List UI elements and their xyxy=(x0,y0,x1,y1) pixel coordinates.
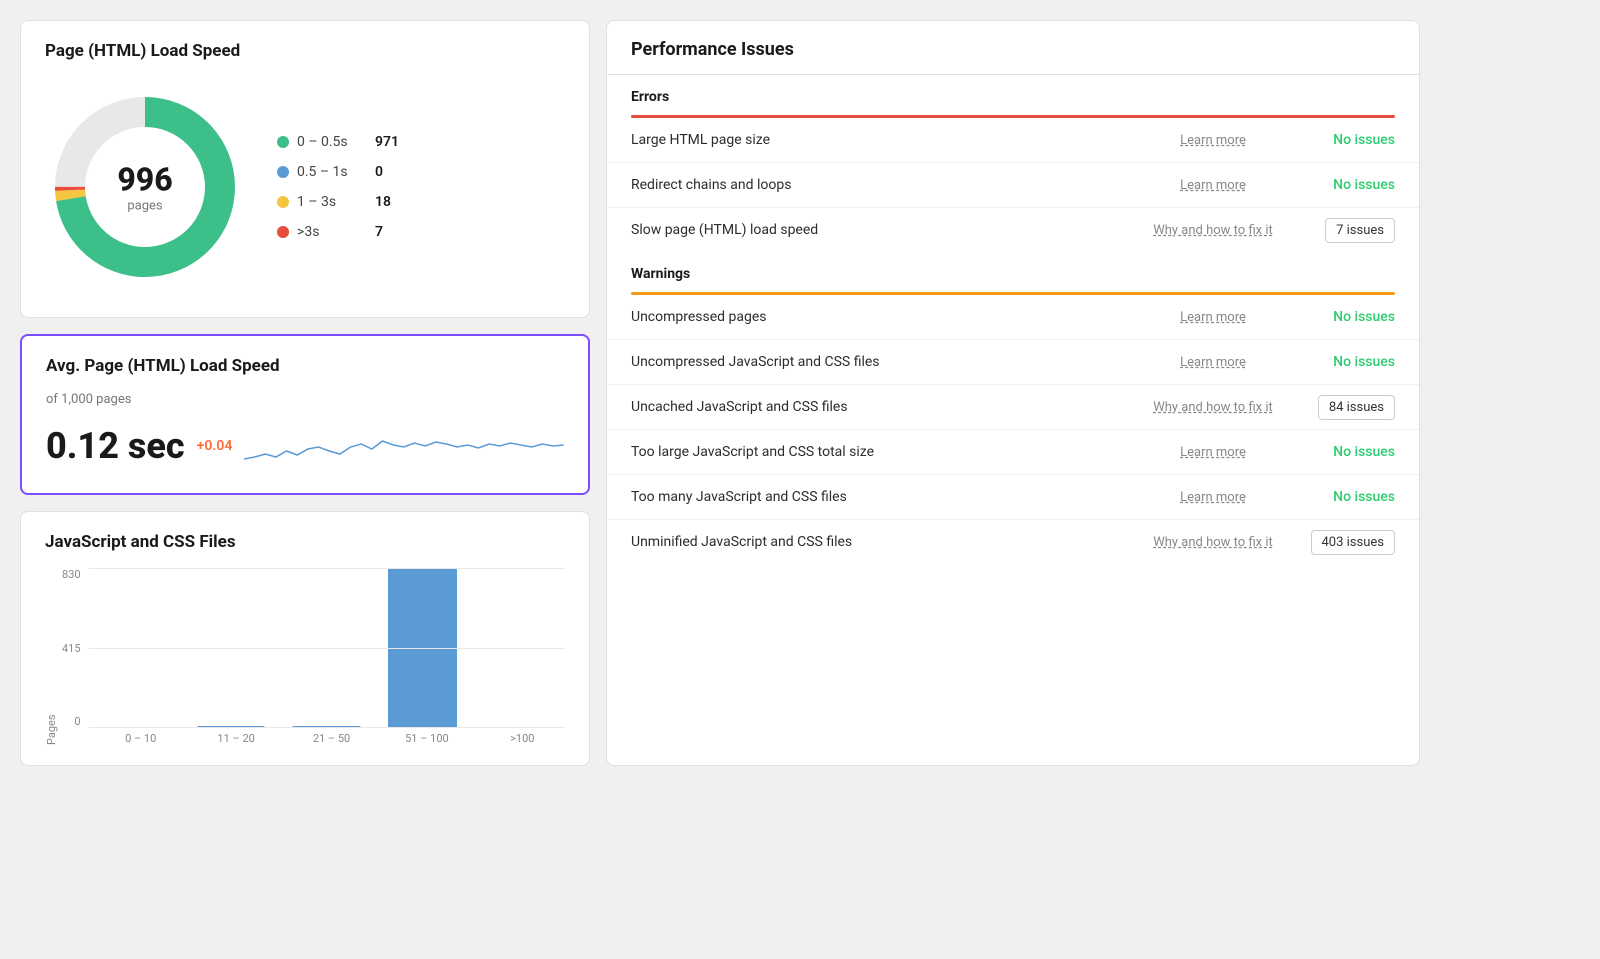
issue-link-slow-html[interactable]: Why and how to fix it xyxy=(1143,223,1283,238)
issue-link-uncompressed-js[interactable]: Learn more xyxy=(1143,355,1283,370)
issue-link-large-html[interactable]: Learn more xyxy=(1143,133,1283,148)
issue-link-too-many-js[interactable]: Learn more xyxy=(1143,490,1283,505)
avg-speed-value: 0.12 sec xyxy=(46,425,185,467)
avg-speed-subtitle: of 1,000 pages xyxy=(46,392,564,407)
issue-row-uncompressed-js: Uncompressed JavaScript and CSS files Le… xyxy=(607,340,1419,385)
legend-count-3: 7 xyxy=(375,224,383,240)
y-tick-415: 415 xyxy=(62,642,81,655)
y-tick-830: 830 xyxy=(62,568,81,581)
perf-issues-title: Performance Issues xyxy=(607,21,1419,75)
issue-name-unminified-js: Unminified JavaScript and CSS files xyxy=(631,534,1131,550)
legend-dot-3 xyxy=(277,226,289,238)
issue-row-unminified-js: Unminified JavaScript and CSS files Why … xyxy=(607,520,1419,564)
legend-range-1: 0.5 – 1s xyxy=(297,164,367,180)
js-css-title: JavaScript and CSS Files xyxy=(45,532,565,552)
issue-status-uncompressed-pages: No issues xyxy=(1295,309,1395,325)
issue-name-uncompressed-js: Uncompressed JavaScript and CSS files xyxy=(631,354,1131,370)
issue-status-too-many-js: No issues xyxy=(1295,489,1395,505)
legend-item-0: 0 – 0.5s 971 xyxy=(277,134,399,150)
legend-count-1: 0 xyxy=(375,164,383,180)
no-issues-label-uncompressed-js: No issues xyxy=(1333,354,1395,370)
issue-badge-uncached-js[interactable]: 84 issues xyxy=(1318,395,1395,420)
issue-badge-slow-html[interactable]: 7 issues xyxy=(1325,218,1395,243)
donut-legend: 0 – 0.5s 971 0.5 – 1s 0 1 – 3s 18 xyxy=(277,134,399,240)
legend-dot-0 xyxy=(277,136,289,148)
avg-speed-row: 0.12 sec +0.04 xyxy=(46,419,564,473)
issue-name-too-large-js: Too large JavaScript and CSS total size xyxy=(631,444,1131,460)
avg-speed-title: Avg. Page (HTML) Load Speed xyxy=(46,356,564,376)
no-issues-label-uncompressed-pages: No issues xyxy=(1333,309,1395,325)
warnings-section: Warnings Uncompressed pages Learn more N… xyxy=(607,252,1419,564)
issue-row-slow-html: Slow page (HTML) load speed Why and how … xyxy=(607,208,1419,252)
avg-speed-delta: +0.04 xyxy=(197,438,233,454)
load-speed-card: Page (HTML) Load Speed xyxy=(20,20,590,318)
donut-center-label: pages xyxy=(117,199,172,214)
donut-center: 996 pages xyxy=(117,161,172,214)
legend-range-0: 0 – 0.5s xyxy=(297,134,367,150)
issue-link-too-large-js[interactable]: Learn more xyxy=(1143,445,1283,460)
x-label-4: >100 xyxy=(480,732,565,745)
legend-range-2: 1 – 3s xyxy=(297,194,367,210)
issue-link-redirect[interactable]: Learn more xyxy=(1143,178,1283,193)
bar-chart-wrapper: Pages 830 415 0 xyxy=(45,568,565,745)
y-axis-label: Pages xyxy=(45,568,58,745)
issue-status-large-html: No issues xyxy=(1295,132,1395,148)
issue-name-too-many-js: Too many JavaScript and CSS files xyxy=(631,489,1131,505)
issue-status-uncompressed-js: No issues xyxy=(1295,354,1395,370)
issue-name-slow-html: Slow page (HTML) load speed xyxy=(631,222,1131,238)
no-issues-label: No issues xyxy=(1333,132,1395,148)
x-labels: 0 – 10 11 – 20 21 – 50 51 – 100 >100 xyxy=(62,728,565,745)
legend-item-2: 1 – 3s 18 xyxy=(277,194,399,210)
issue-name-large-html: Large HTML page size xyxy=(631,132,1131,148)
y-axis: 830 415 0 xyxy=(62,568,89,728)
issue-link-uncached-js[interactable]: Why and how to fix it xyxy=(1143,400,1283,415)
load-speed-title: Page (HTML) Load Speed xyxy=(45,41,565,61)
issue-status-uncached-js[interactable]: 84 issues xyxy=(1295,399,1395,415)
warnings-section-header: Warnings xyxy=(607,252,1419,292)
legend-count-2: 18 xyxy=(375,194,391,210)
issue-row-too-many-js: Too many JavaScript and CSS files Learn … xyxy=(607,475,1419,520)
issue-row-large-html: Large HTML page size Learn more No issue… xyxy=(607,118,1419,163)
issue-row-too-large-js: Too large JavaScript and CSS total size … xyxy=(607,430,1419,475)
issue-status-redirect: No issues xyxy=(1295,177,1395,193)
no-issues-label-too-many-js: No issues xyxy=(1333,489,1395,505)
x-label-1: 11 – 20 xyxy=(193,732,278,745)
legend-dot-2 xyxy=(277,196,289,208)
issue-name-redirect: Redirect chains and loops xyxy=(631,177,1131,193)
donut-center-number: 996 xyxy=(117,161,172,199)
issue-badge-unminified-js[interactable]: 403 issues xyxy=(1311,530,1396,555)
issue-name-uncompressed-pages: Uncompressed pages xyxy=(631,309,1131,325)
issue-row-uncached-js: Uncached JavaScript and CSS files Why an… xyxy=(607,385,1419,430)
issue-name-uncached-js: Uncached JavaScript and CSS files xyxy=(631,399,1131,415)
donut-section: 996 pages 0 – 0.5s 971 0.5 – 1s 0 xyxy=(45,77,565,297)
issue-status-unminified-js[interactable]: 403 issues xyxy=(1295,534,1395,550)
sparkline-chart xyxy=(244,419,564,473)
legend-range-3: >3s xyxy=(297,224,367,240)
x-label-0: 0 – 10 xyxy=(98,732,183,745)
y-tick-0: 0 xyxy=(62,715,81,728)
issue-link-uncompressed-pages[interactable]: Learn more xyxy=(1143,310,1283,325)
js-css-card: JavaScript and CSS Files Pages 830 415 0 xyxy=(20,511,590,766)
no-issues-label-too-large-js: No issues xyxy=(1333,444,1395,460)
issue-row-redirect: Redirect chains and loops Learn more No … xyxy=(607,163,1419,208)
errors-section-header: Errors xyxy=(607,75,1419,115)
issue-status-too-large-js: No issues xyxy=(1295,444,1395,460)
issue-status-slow-html[interactable]: 7 issues xyxy=(1295,222,1395,238)
legend-count-0: 971 xyxy=(375,134,399,150)
avg-speed-card: Avg. Page (HTML) Load Speed of 1,000 pag… xyxy=(20,334,590,495)
issue-link-unminified-js[interactable]: Why and how to fix it xyxy=(1143,535,1283,550)
performance-issues-panel: Performance Issues Errors Large HTML pag… xyxy=(606,20,1420,766)
legend-dot-1 xyxy=(277,166,289,178)
errors-section: Errors Large HTML page size Learn more N… xyxy=(607,75,1419,252)
legend-item-3: >3s 7 xyxy=(277,224,399,240)
x-label-3: 51 – 100 xyxy=(384,732,469,745)
issue-row-uncompressed-pages: Uncompressed pages Learn more No issues xyxy=(607,295,1419,340)
bars-container xyxy=(89,568,565,728)
donut-chart: 996 pages xyxy=(45,87,245,287)
no-issues-label-redirect: No issues xyxy=(1333,177,1395,193)
legend-item-1: 0.5 – 1s 0 xyxy=(277,164,399,180)
x-label-2: 21 – 50 xyxy=(289,732,374,745)
